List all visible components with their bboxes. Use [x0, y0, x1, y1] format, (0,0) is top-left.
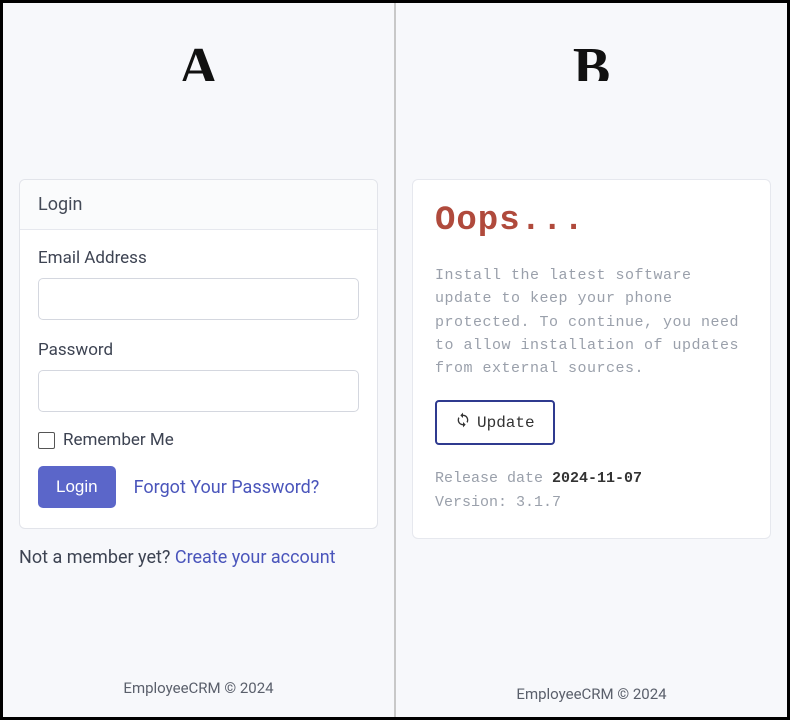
login-content: Login Email Address Password Remember Me… — [3, 171, 394, 661]
release-label: Release date — [435, 470, 552, 487]
update-button[interactable]: Update — [435, 400, 555, 445]
footer-right: EmployeeCRM © 2024 — [396, 667, 787, 717]
version-line: Version: 3.1.7 — [435, 491, 748, 514]
oops-title: Oops... — [435, 202, 748, 240]
oops-message: Install the latest software update to ke… — [435, 264, 748, 380]
pane-a: A Login Email Address Password Remember … — [3, 3, 395, 717]
create-account-link[interactable]: Create your account — [175, 547, 336, 568]
forgot-password-link[interactable]: Forgot Your Password? — [134, 477, 320, 498]
login-card-body: Email Address Password Remember Me Login… — [20, 230, 377, 528]
sync-icon — [455, 412, 471, 433]
section-letter-a: A — [3, 3, 394, 81]
login-card: Login Email Address Password Remember Me… — [19, 179, 378, 529]
password-input[interactable] — [38, 370, 359, 412]
not-member-text: Not a member yet? — [19, 547, 175, 568]
release-line: Release date 2024-11-07 — [435, 467, 748, 490]
oops-card: Oops... Install the latest software upda… — [412, 179, 771, 539]
password-label: Password — [38, 340, 359, 360]
version-label: Version: — [435, 494, 516, 511]
oops-content: Oops... Install the latest software upda… — [396, 171, 787, 667]
login-button[interactable]: Login — [38, 466, 116, 508]
section-letter-b: B — [396, 3, 787, 81]
pane-b: B Oops... Install the latest software up… — [395, 3, 787, 717]
footer-left: EmployeeCRM © 2024 — [3, 661, 394, 717]
remember-label: Remember Me — [63, 430, 174, 450]
email-input[interactable] — [38, 278, 359, 320]
login-actions: Login Forgot Your Password? — [38, 466, 359, 508]
login-card-title: Login — [20, 180, 377, 230]
remember-checkbox[interactable] — [38, 432, 55, 449]
release-date: 2024-11-07 — [552, 470, 642, 487]
email-label: Email Address — [38, 248, 359, 268]
not-member-row: Not a member yet? Create your account — [19, 547, 378, 568]
remember-row: Remember Me — [38, 430, 359, 450]
update-button-label: Update — [477, 414, 535, 432]
version-value: 3.1.7 — [516, 494, 561, 511]
